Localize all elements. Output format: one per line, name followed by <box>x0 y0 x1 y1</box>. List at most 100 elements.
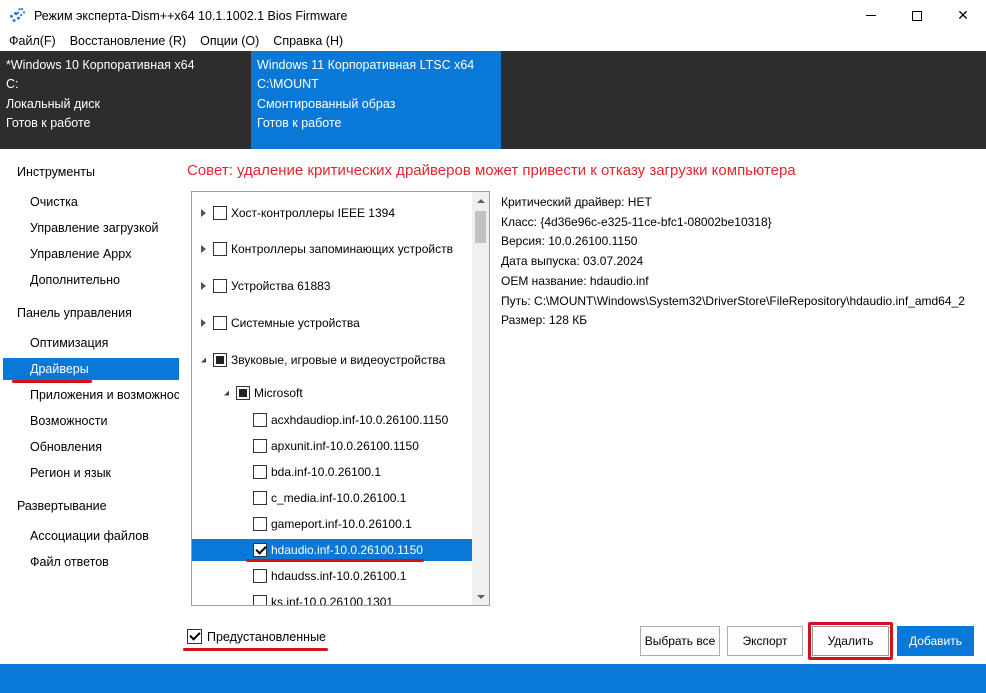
close-icon: ✕ <box>957 7 969 23</box>
tree-label: hdaudio.inf-10.0.26100.1150 <box>271 543 423 557</box>
image-card-windows10[interactable]: *Windows 10 Корпоративная x64 C: Локальн… <box>0 51 251 149</box>
sidebar-item-drivers[interactable]: Драйверы <box>3 358 179 380</box>
advice-text: Совет: удаление критических драйверов мо… <box>187 162 796 179</box>
checkbox-checked[interactable] <box>253 543 267 557</box>
menu-file[interactable]: Файл(F) <box>2 31 63 51</box>
gear-icon <box>10 7 26 24</box>
checkbox[interactable] <box>253 491 267 505</box>
annotation-underline-selected-driver <box>246 559 424 562</box>
expand-icon[interactable] <box>201 245 206 253</box>
title-bar: Режим эксперта-Dism++x64 10.1.1002.1 Bio… <box>0 0 986 31</box>
preinstalled-label: Предустановленные <box>207 629 327 644</box>
checkbox[interactable] <box>253 569 267 583</box>
tree-category-storage[interactable]: Контроллеры запоминающих устройств <box>192 238 472 260</box>
menu-help[interactable]: Справка (H) <box>266 31 350 51</box>
checkbox[interactable] <box>213 316 227 330</box>
checkbox[interactable] <box>253 517 267 531</box>
tree-label: ks.inf-10.0.26100.1301 <box>271 595 394 606</box>
sidebar-item-file-associations[interactable]: Ассоциации файлов <box>3 525 179 547</box>
scroll-thumb[interactable] <box>475 211 486 243</box>
tree-label: Microsoft <box>254 386 303 400</box>
tree-category-ieee1394[interactable]: Хост-контроллеры IEEE 1394 <box>192 202 472 224</box>
maximize-button[interactable] <box>894 0 940 31</box>
tree-vendor-microsoft[interactable]: Microsoft <box>192 382 472 404</box>
checkbox[interactable] <box>253 439 267 453</box>
checkbox[interactable] <box>253 465 267 479</box>
sidebar-header-tools: Инструменты <box>17 165 95 179</box>
expand-icon[interactable] <box>201 209 206 217</box>
export-button[interactable]: Экспорт <box>727 626 803 656</box>
image-name: *Windows 10 Корпоративная x64 <box>6 58 195 72</box>
tree-driver-item[interactable]: c_media.inf-10.0.26100.1 <box>192 487 472 509</box>
tree-label: Хост-контроллеры IEEE 1394 <box>231 206 395 220</box>
sidebar-item-region[interactable]: Регион и язык <box>3 462 179 484</box>
scroll-up-button[interactable] <box>472 192 489 209</box>
detail-path: Путь: C:\MOUNT\Windows\System32\DriverSt… <box>501 293 965 308</box>
sidebar-item-advanced[interactable]: Дополнительно <box>3 269 179 291</box>
detail-oem-name: OEM название: hdaudio.inf <box>501 273 649 288</box>
checkbox[interactable] <box>213 279 227 293</box>
sidebar-item-updates[interactable]: Обновления <box>3 436 179 458</box>
collapse-icon[interactable] <box>201 357 206 363</box>
collapse-icon[interactable] <box>224 390 229 396</box>
driver-tree[interactable]: Хост-контроллеры IEEE 1394 Контроллеры з… <box>191 191 490 606</box>
tree-label: c_media.inf-10.0.26100.1 <box>271 491 407 505</box>
image-strip: *Windows 10 Корпоративная x64 C: Локальн… <box>0 51 986 149</box>
tree-driver-item[interactable]: apxunit.inf-10.0.26100.1150 <box>192 435 472 457</box>
add-button[interactable]: Добавить <box>897 626 974 656</box>
window-title: Режим эксперта-Dism++x64 10.1.1002.1 Bio… <box>34 8 348 23</box>
tree-label: acxhdaudiop.inf-10.0.26100.1150 <box>271 413 449 427</box>
image-status: Готов к работе <box>6 115 91 130</box>
close-button[interactable]: ✕ <box>940 0 986 31</box>
chevron-up-icon <box>476 198 485 203</box>
checkbox[interactable] <box>253 413 267 427</box>
checkbox[interactable] <box>253 595 267 605</box>
select-all-button[interactable]: Выбрать все <box>640 626 720 656</box>
tree-category-system[interactable]: Системные устройства <box>192 312 472 334</box>
sidebar-item-optimization[interactable]: Оптимизация <box>3 332 179 354</box>
detail-version: Версия: 10.0.26100.1150 <box>501 234 638 249</box>
tree-driver-item[interactable]: gameport.inf-10.0.26100.1 <box>192 513 472 535</box>
expand-icon[interactable] <box>201 282 206 290</box>
scroll-down-button[interactable] <box>472 588 489 605</box>
minimize-button[interactable] <box>848 0 894 31</box>
tree-scrollbar[interactable] <box>472 192 489 605</box>
tree-driver-item[interactable]: ks.inf-10.0.26100.1301 <box>192 591 472 606</box>
tree-label: gameport.inf-10.0.26100.1 <box>271 517 412 531</box>
tree-label: hdaudss.inf-10.0.26100.1 <box>271 569 407 583</box>
menu-recovery[interactable]: Восстановление (R) <box>63 31 193 51</box>
checkbox-indeterminate[interactable] <box>213 353 227 367</box>
tree-driver-item[interactable]: acxhdaudiop.inf-10.0.26100.1150 <box>192 409 472 431</box>
annotation-box-delete <box>808 622 893 660</box>
preinstalled-checkbox[interactable] <box>187 629 202 644</box>
tree-driver-item[interactable]: hdaudss.inf-10.0.26100.1 <box>192 565 472 587</box>
preinstalled-checkbox-row[interactable]: Предустановленные <box>187 629 326 644</box>
checkbox-indeterminate[interactable] <box>236 386 250 400</box>
detail-size: Размер: 128 КБ <box>501 313 588 328</box>
sidebar-item-cleanup[interactable]: Очистка <box>3 191 179 213</box>
image-card-windows11[interactable]: Windows 11 Корпоративная LTSC x64 C:\MOU… <box>251 51 501 149</box>
detail-critical: Критический драйвер: НЕТ <box>501 195 652 209</box>
sidebar-item-answer-file[interactable]: Файл ответов <box>3 551 179 573</box>
tree-category-61883[interactable]: Устройства 61883 <box>192 275 472 297</box>
sidebar-header-deployment: Развертывание <box>17 499 107 513</box>
tree-category-sound[interactable]: Звуковые, игровые и видеоустройства <box>192 349 472 371</box>
tree-label: Системные устройства <box>231 316 360 330</box>
tree-driver-item[interactable]: bda.inf-10.0.26100.1 <box>192 461 472 483</box>
expand-icon[interactable] <box>201 319 206 327</box>
sidebar-item-boot[interactable]: Управление загрузкой <box>3 217 179 239</box>
tree-label: apxunit.inf-10.0.26100.1150 <box>271 439 419 453</box>
sidebar: Инструменты Очистка Управление загрузкой… <box>3 152 179 660</box>
tree-driver-item-selected[interactable]: hdaudio.inf-10.0.26100.1150 <box>192 539 472 561</box>
menu-options[interactable]: Опции (O) <box>193 31 266 51</box>
image-type: Смонтированный образ <box>257 96 396 111</box>
chevron-down-icon <box>476 594 485 599</box>
sidebar-item-appx[interactable]: Управление Appx <box>3 243 179 265</box>
status-bar <box>0 664 986 693</box>
tree-label: Звуковые, игровые и видеоустройства <box>231 353 446 367</box>
checkbox[interactable] <box>213 206 227 220</box>
sidebar-item-features[interactable]: Возможности <box>3 410 179 432</box>
sidebar-item-apps[interactable]: Приложения и возможности <box>3 384 179 406</box>
checkbox[interactable] <box>213 242 227 256</box>
annotation-underline-drivers <box>12 380 92 383</box>
